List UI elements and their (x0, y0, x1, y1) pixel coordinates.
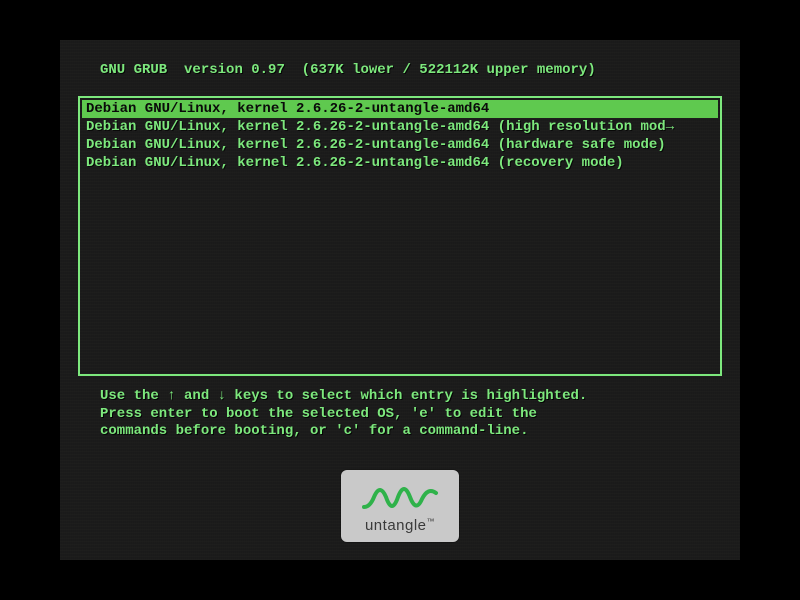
boot-entry-2[interactable]: Debian GNU/Linux, kernel 2.6.26-2-untang… (82, 136, 718, 154)
untangle-logo: untangle™ (341, 470, 459, 542)
hint-line-2: Press enter to boot the selected OS, 'e'… (100, 406, 537, 422)
grub-version: version 0.97 (184, 62, 285, 78)
boot-entry-3[interactable]: Debian GNU/Linux, kernel 2.6.26-2-untang… (82, 154, 718, 172)
boot-menu-box: Debian GNU/Linux, kernel 2.6.26-2-untang… (78, 96, 722, 376)
hint-line-1: Use the ↑ and ↓ keys to select which ent… (100, 388, 587, 404)
untangle-wave-icon (360, 479, 440, 519)
boot-entry-label: Debian GNU/Linux, kernel 2.6.26-2-untang… (86, 155, 624, 171)
boot-entry-0[interactable]: Debian GNU/Linux, kernel 2.6.26-2-untang… (82, 100, 718, 118)
boot-entry-label: Debian GNU/Linux, kernel 2.6.26-2-untang… (86, 119, 674, 135)
logo-word: untangle (365, 517, 427, 534)
grub-screen: GNU GRUB version 0.97 (637K lower / 5221… (60, 40, 740, 560)
logo-trademark: ™ (427, 517, 436, 526)
boot-menu[interactable]: Debian GNU/Linux, kernel 2.6.26-2-untang… (82, 100, 718, 172)
hint-text: Use the ↑ and ↓ keys to select which ent… (60, 376, 740, 441)
untangle-logo-text: untangle™ (365, 517, 435, 534)
grub-header: GNU GRUB version 0.97 (637K lower / 5221… (60, 40, 740, 88)
boot-entry-label: Debian GNU/Linux, kernel 2.6.26-2-untang… (86, 101, 489, 117)
grub-memory: (637K lower / 522112K upper memory) (302, 62, 596, 78)
hint-line-3: commands before booting, or 'c' for a co… (100, 423, 528, 439)
boot-entry-1[interactable]: Debian GNU/Linux, kernel 2.6.26-2-untang… (82, 118, 718, 136)
boot-entry-label: Debian GNU/Linux, kernel 2.6.26-2-untang… (86, 137, 666, 153)
grub-title: GNU GRUB (100, 62, 167, 78)
